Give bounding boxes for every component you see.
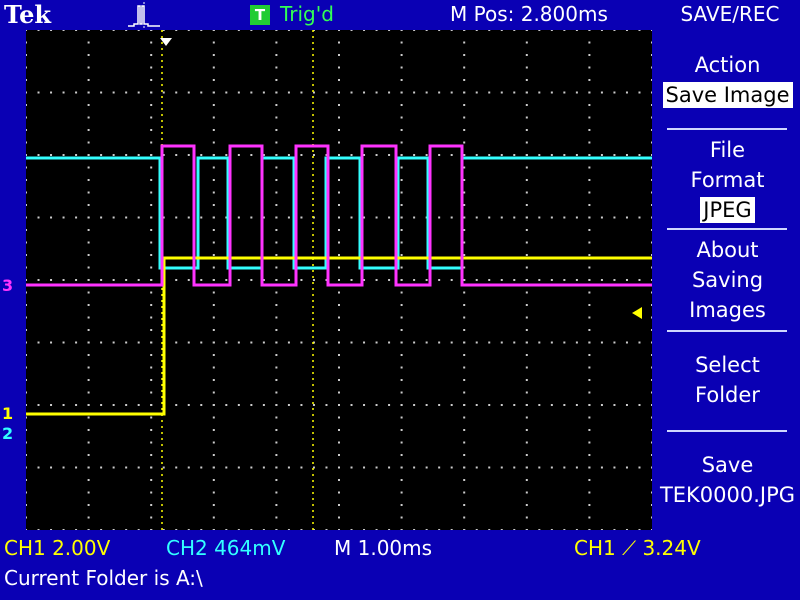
trigger-level-readout: CH1 ⟋ 3.24V: [574, 536, 701, 560]
ch2-waveform: [26, 156, 652, 270]
menu-title: SAVE/REC: [680, 2, 780, 26]
menu-divider: [667, 430, 787, 432]
about-label-1: About: [696, 238, 759, 262]
file-format-value: JPEG: [700, 197, 755, 223]
graticule-grid: [26, 30, 652, 530]
waveform-display: [26, 30, 652, 530]
ch1-waveform: [26, 256, 652, 416]
waveform-graticule: [26, 30, 652, 530]
current-folder-message: Current Folder is A:\: [4, 566, 203, 590]
time-scale-readout: M 1.00ms: [334, 536, 433, 560]
select-folder-label-1: Select: [695, 353, 760, 377]
menu-divider: [667, 128, 787, 130]
save-label: Save: [701, 453, 754, 477]
select-folder-button[interactable]: Select Folder: [655, 350, 800, 410]
ch2-scale-readout: CH2 464mV: [166, 536, 286, 560]
brand-logo: Tek: [4, 0, 52, 29]
ch3-ground-marker: 3: [2, 276, 14, 295]
about-saving-images-button[interactable]: About Saving Images: [655, 235, 800, 325]
menu-divider: [667, 228, 787, 230]
trigger-level-arrow: [632, 307, 642, 319]
pulse-icon: [128, 2, 160, 28]
menu-divider: [667, 330, 787, 332]
ch1-ground-marker: 1: [2, 404, 14, 423]
trigger-badge: T: [250, 5, 270, 25]
horizontal-position-readout: M Pos: 2.800ms: [450, 2, 608, 26]
side-menu: Action Save Image File Format JPEG About…: [655, 30, 800, 530]
ch1-scale-readout: CH1 2.00V: [4, 536, 111, 560]
save-filename: TEK0000.JPG: [659, 483, 796, 507]
action-label: Action: [694, 53, 761, 77]
top-status-bar: Tek T Trig'd M Pos: 2.800ms SAVE/REC: [0, 0, 800, 30]
about-label-3: Images: [689, 298, 766, 322]
trigger-status: Trig'd: [280, 2, 334, 26]
about-label-2: Saving: [691, 268, 764, 292]
select-folder-label-2: Folder: [695, 383, 760, 407]
file-format-label-1: File: [709, 138, 746, 162]
action-menu-button[interactable]: Action Save Image: [655, 50, 800, 110]
ch2-ground-marker: 2: [2, 424, 14, 443]
file-format-menu-button[interactable]: File Format JPEG: [655, 135, 800, 225]
file-format-label-2: Format: [690, 168, 765, 192]
save-file-button[interactable]: Save TEK0000.JPG: [655, 450, 800, 510]
action-value: Save Image: [662, 82, 793, 108]
